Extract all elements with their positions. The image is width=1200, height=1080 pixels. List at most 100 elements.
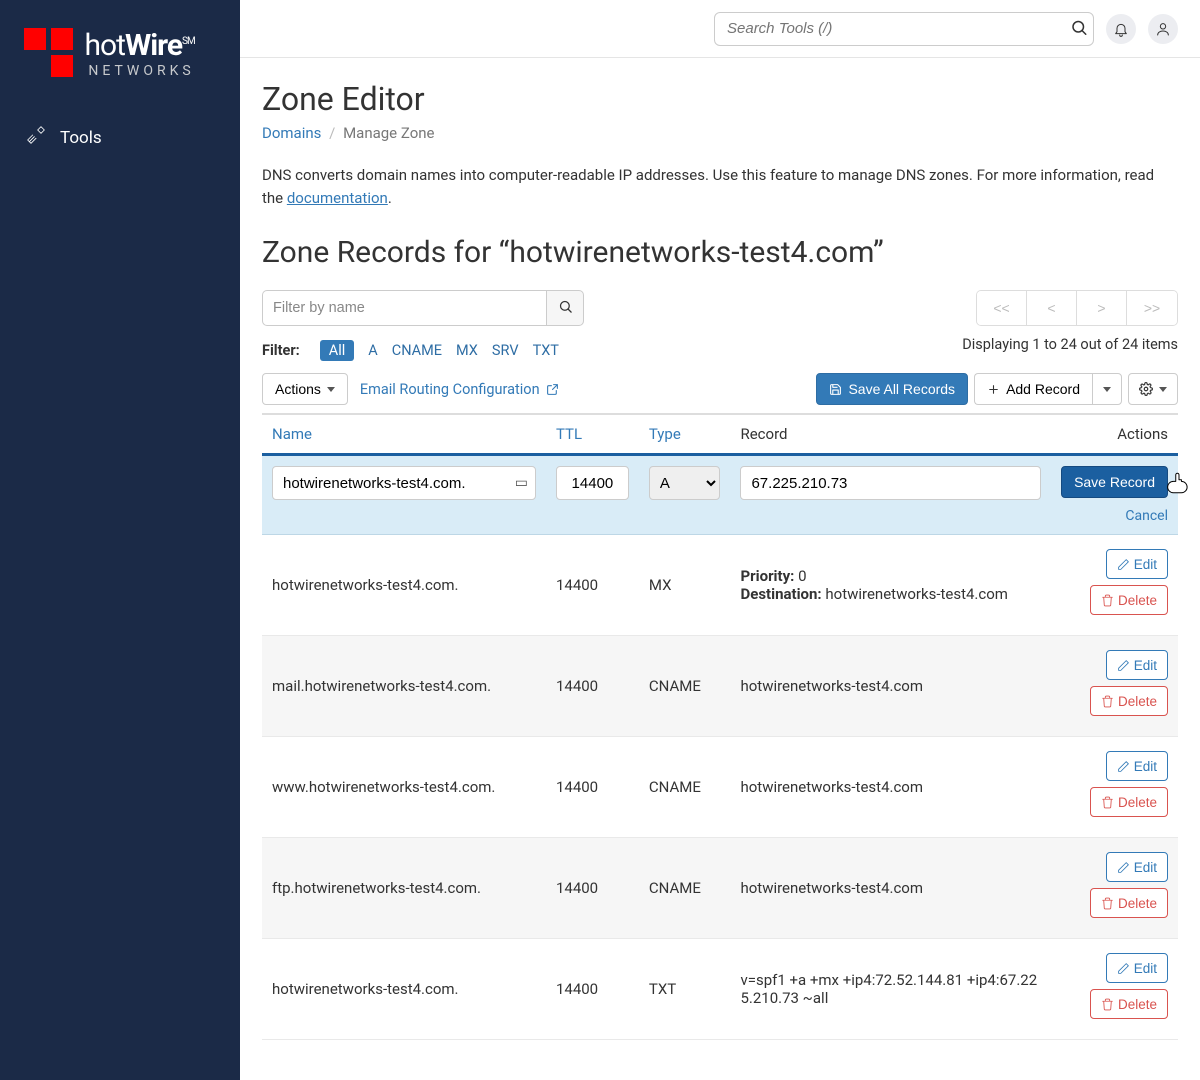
- filter-pill-srv[interactable]: SRV: [492, 342, 519, 359]
- cancel-edit-link[interactable]: Cancel: [1125, 508, 1168, 524]
- delete-button[interactable]: Delete: [1090, 787, 1168, 817]
- pager-first[interactable]: <<: [977, 291, 1027, 325]
- cell-ttl: 14400: [546, 939, 639, 1040]
- filter-input[interactable]: [262, 290, 546, 326]
- display-count: Displaying 1 to 24 out of 24 items: [962, 336, 1178, 353]
- col-actions: Actions: [1051, 414, 1178, 455]
- search-button[interactable]: [1070, 18, 1088, 39]
- filter-pill-a[interactable]: A: [368, 342, 377, 359]
- breadcrumb: Domains / Manage Zone: [262, 124, 1178, 142]
- search-input[interactable]: [714, 12, 1094, 46]
- save-record-button[interactable]: Save Record: [1061, 466, 1168, 498]
- breadcrumb-domains[interactable]: Domains: [262, 124, 321, 142]
- edit-name-input[interactable]: [272, 466, 536, 500]
- pager-next[interactable]: >: [1077, 291, 1127, 325]
- filter-pill-all[interactable]: All: [320, 340, 355, 361]
- sidebar-item-tools[interactable]: Tools: [0, 113, 240, 162]
- destination-value: hotwirenetworks-test4.com: [825, 585, 1008, 603]
- col-record: Record: [730, 414, 1051, 455]
- breadcrumb-current: Manage Zone: [343, 124, 434, 142]
- edit-button[interactable]: Edit: [1106, 549, 1168, 579]
- table-row: www.hotwirenetworks-test4.com. 14400 CNA…: [262, 737, 1178, 838]
- edit-button[interactable]: Edit: [1106, 650, 1168, 680]
- trash-icon: [1101, 796, 1114, 809]
- trash-icon: [1101, 897, 1114, 910]
- brand-logo-mark: [24, 28, 73, 77]
- destination-label: Destination:: [740, 585, 821, 603]
- pager-last[interactable]: >>: [1127, 291, 1177, 325]
- documentation-link[interactable]: documentation: [287, 189, 388, 207]
- account-button[interactable]: [1148, 14, 1178, 44]
- cell-name: www.hotwirenetworks-test4.com.: [262, 737, 546, 838]
- contacts-icon[interactable]: ▭: [515, 475, 528, 491]
- brand-logo: hotWireSM NETWORKS: [0, 0, 240, 113]
- cell-name: mail.hotwirenetworks-test4.com.: [262, 636, 546, 737]
- col-name[interactable]: Name: [262, 414, 546, 455]
- topbar: [240, 0, 1200, 58]
- tools-icon: [26, 125, 46, 150]
- delete-button[interactable]: Delete: [1090, 989, 1168, 1019]
- page-title: Zone Editor: [262, 80, 1178, 118]
- sidebar-item-label: Tools: [60, 128, 102, 148]
- pencil-icon: [1117, 861, 1130, 874]
- cell-ttl: 14400: [546, 636, 639, 737]
- cell-name: hotwirenetworks-test4.com.: [262, 939, 546, 1040]
- records-table: Name TTL Type Record Actions ▭: [262, 413, 1178, 1040]
- trash-icon: [1101, 594, 1114, 607]
- pencil-icon: [1117, 659, 1130, 672]
- cell-record: hotwirenetworks-test4.com: [730, 636, 1051, 737]
- add-record-dropdown[interactable]: [1092, 373, 1122, 405]
- sidebar: hotWireSM NETWORKS Tools: [0, 0, 240, 1080]
- delete-button[interactable]: Delete: [1090, 888, 1168, 918]
- settings-dropdown[interactable]: [1128, 373, 1178, 405]
- caret-down-icon: [1103, 387, 1111, 392]
- cell-type: MX: [639, 535, 731, 636]
- search-icon: [1070, 18, 1088, 36]
- cell-record: v=spf1 +a +mx +ip4:72.52.144.81 +ip4:67.…: [730, 939, 1051, 1040]
- add-record-button[interactable]: Add Record: [974, 373, 1092, 405]
- record-value: hotwirenetworks-test4.com: [740, 879, 923, 897]
- filter-pill-mx[interactable]: MX: [456, 342, 478, 359]
- cell-record: hotwirenetworks-test4.com: [730, 838, 1051, 939]
- edit-button[interactable]: Edit: [1106, 751, 1168, 781]
- caret-down-icon: [327, 387, 335, 392]
- cell-name: ftp.hotwirenetworks-test4.com.: [262, 838, 546, 939]
- edit-type-select[interactable]: A: [649, 466, 721, 500]
- email-routing-link[interactable]: Email Routing Configuration: [360, 381, 559, 398]
- cell-record: hotwirenetworks-test4.com: [730, 737, 1051, 838]
- table-row: hotwirenetworks-test4.com. 14400 TXT v=s…: [262, 939, 1178, 1040]
- table-row: hotwirenetworks-test4.com. 14400 MX Prio…: [262, 535, 1178, 636]
- edit-record-input[interactable]: [740, 466, 1041, 500]
- delete-button[interactable]: Delete: [1090, 686, 1168, 716]
- pencil-icon: [1117, 558, 1130, 571]
- actions-dropdown[interactable]: Actions: [262, 373, 348, 405]
- section-title: Zone Records for “hotwirenetworks-test4.…: [262, 235, 1178, 270]
- col-type[interactable]: Type: [639, 414, 731, 455]
- save-all-button[interactable]: Save All Records: [816, 373, 968, 405]
- cell-type: CNAME: [639, 636, 731, 737]
- delete-button[interactable]: Delete: [1090, 585, 1168, 615]
- cell-ttl: 14400: [546, 535, 639, 636]
- priority-value: 0: [798, 567, 806, 585]
- edit-button[interactable]: Edit: [1106, 953, 1168, 983]
- table-row: ftp.hotwirenetworks-test4.com. 14400 CNA…: [262, 838, 1178, 939]
- cell-record: Priority: 0 Destination: hotwirenetworks…: [730, 535, 1051, 636]
- col-ttl[interactable]: TTL: [546, 414, 639, 455]
- pager-prev[interactable]: <: [1027, 291, 1077, 325]
- pencil-icon: [1117, 962, 1130, 975]
- record-value: hotwirenetworks-test4.com: [740, 677, 923, 695]
- gear-icon: [1139, 382, 1153, 396]
- edit-button[interactable]: Edit: [1106, 852, 1168, 882]
- cell-ttl: 14400: [546, 838, 639, 939]
- filter-submit-button[interactable]: [546, 290, 584, 326]
- edit-ttl-input[interactable]: [556, 466, 629, 500]
- trash-icon: [1101, 695, 1114, 708]
- caret-down-icon: [1159, 387, 1167, 392]
- notifications-button[interactable]: [1106, 14, 1136, 44]
- pagination: << < > >>: [976, 290, 1178, 326]
- filter-label: Filter:: [262, 342, 300, 359]
- filter-pill-cname[interactable]: CNAME: [392, 342, 442, 359]
- page-description: DNS converts domain names into computer-…: [262, 164, 1178, 209]
- edit-row: ▭ A Save Record Cancel: [262, 455, 1178, 535]
- filter-pill-txt[interactable]: TXT: [533, 342, 559, 359]
